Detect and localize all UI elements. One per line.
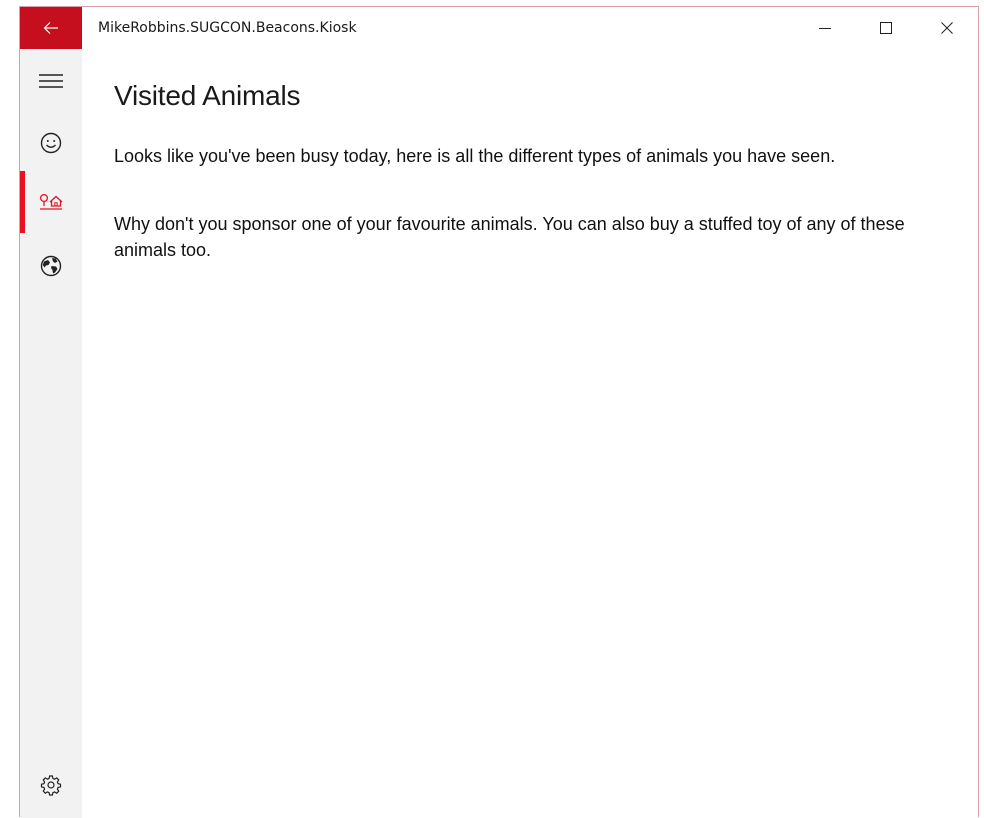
nav-item-explore[interactable]	[20, 242, 82, 290]
nav-item-welcome[interactable]	[20, 119, 82, 167]
maximize-icon	[880, 22, 892, 34]
nav-item-settings[interactable]	[20, 761, 82, 809]
nav-item-visited-animals[interactable]	[20, 171, 82, 233]
minimize-button[interactable]	[802, 7, 848, 49]
back-arrow-icon	[43, 22, 58, 34]
hamburger-icon	[39, 74, 63, 88]
minimize-icon	[819, 28, 831, 29]
close-icon	[941, 22, 953, 34]
intro-paragraph: Looks like you've been busy today, here …	[114, 146, 836, 166]
back-button[interactable]	[20, 7, 82, 49]
gear-icon	[40, 775, 62, 796]
hamburger-button[interactable]	[20, 57, 82, 105]
title-bar: MikeRobbins.SUGCON.Beacons.Kiosk	[20, 7, 978, 49]
globe-icon	[40, 255, 62, 277]
page-title: Visited Animals	[114, 80, 301, 111]
navigation-pane	[20, 49, 82, 818]
app-window: MikeRobbins.SUGCON.Beacons.Kiosk Visited…	[19, 6, 979, 818]
app-title: MikeRobbins.SUGCON.Beacons.Kiosk	[98, 20, 357, 36]
close-button[interactable]	[924, 7, 970, 49]
smiley-icon	[40, 132, 62, 154]
sponsor-paragraph: Why don't you sponsor one of your favour…	[114, 214, 905, 260]
zoo-icon	[39, 193, 63, 210]
maximize-button[interactable]	[863, 7, 909, 49]
